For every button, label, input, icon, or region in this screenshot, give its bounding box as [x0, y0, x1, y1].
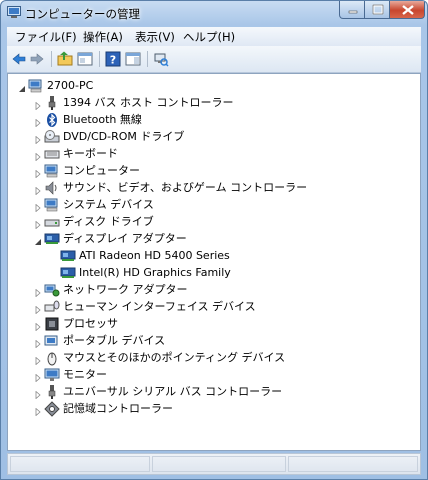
action-pane-icon[interactable]	[125, 51, 141, 67]
device-tree[interactable]: 2700-PC 1394 バス ホスト コントローラー Bluetooth 無線 DV…	[7, 73, 421, 451]
tree-item-label: ユニバーサル シリアル バス コントローラー	[63, 385, 283, 398]
toolbar-separator	[147, 51, 148, 67]
collapsed-arrow-icon[interactable]	[34, 370, 42, 383]
toolbar: ?	[7, 46, 421, 73]
keyboard-icon	[44, 146, 60, 162]
bluetooth-icon	[44, 112, 60, 128]
tree-item-label: ディスク ドライブ	[63, 215, 154, 228]
expanded-arrow-icon[interactable]	[18, 81, 26, 92]
tree-item-label: コンピューター	[63, 164, 140, 177]
status-segment	[288, 456, 418, 472]
collapsed-arrow-icon[interactable]	[34, 404, 42, 417]
collapsed-arrow-icon[interactable]	[34, 115, 42, 128]
tree-item-label: Intel(R) HD Graphics Family	[79, 266, 231, 279]
status-segment	[152, 456, 286, 472]
menu-file[interactable]: ファイル(F)	[15, 29, 77, 45]
menu-help[interactable]: ヘルプ(H)	[183, 29, 235, 45]
tree-item-label: ネットワーク アダプター	[63, 283, 188, 296]
storage-controller-icon	[44, 401, 60, 417]
usb-icon	[44, 384, 60, 400]
collapsed-arrow-icon[interactable]	[34, 302, 42, 315]
back-arrow-icon[interactable]	[11, 51, 27, 67]
display-adapter-icon	[60, 265, 76, 281]
tree-item-label: 2700-PC	[47, 79, 94, 92]
system-device-icon	[44, 197, 60, 213]
tree-item-label: モニター	[63, 368, 107, 381]
menu-bar: ファイル(F) 操作(A) 表示(V) ヘルプ(H)	[7, 27, 421, 46]
optical-drive-icon	[44, 129, 60, 145]
tree-item-label: 記憶域コントローラー	[63, 402, 173, 415]
status-segment	[10, 456, 150, 472]
status-bar	[7, 453, 421, 475]
toolbar-separator	[99, 51, 100, 67]
scan-hardware-icon[interactable]	[153, 51, 169, 67]
hid-icon	[44, 299, 60, 315]
window-title: コンピューターの管理	[25, 7, 140, 21]
close-button[interactable]	[389, 1, 425, 19]
toolbar-separator	[51, 51, 52, 67]
collapsed-arrow-icon[interactable]	[34, 285, 42, 298]
tree-item-label: Bluetooth 無線	[63, 113, 142, 126]
collapsed-arrow-icon[interactable]	[34, 149, 42, 162]
menu-view[interactable]: 表示(V)	[135, 29, 175, 45]
1394-connector-icon	[44, 95, 60, 111]
display-adapter-icon	[60, 248, 76, 264]
monitor-icon	[44, 367, 60, 383]
collapsed-arrow-icon[interactable]	[34, 217, 42, 230]
tree-item-label: ATI Radeon HD 5400 Series	[79, 249, 230, 262]
maximize-button[interactable]	[364, 1, 390, 19]
network-adapter-icon	[44, 282, 60, 298]
collapsed-arrow-icon[interactable]	[34, 353, 42, 366]
properties-panel-icon[interactable]	[77, 51, 93, 67]
up-folder-icon[interactable]	[57, 51, 73, 67]
computer-icon	[28, 78, 44, 94]
collapsed-arrow-icon[interactable]	[34, 166, 42, 179]
collapsed-arrow-icon[interactable]	[34, 98, 42, 111]
collapsed-arrow-icon[interactable]	[34, 319, 42, 332]
tree-item-label: プロセッサ	[63, 317, 118, 330]
speaker-icon	[44, 180, 60, 196]
svg-text:?: ?	[110, 54, 116, 67]
tree-item-label: システム デバイス	[63, 198, 154, 211]
tree-item-label: DVD/CD-ROM ドライブ	[63, 130, 185, 143]
tree-item-label: ポータブル デバイス	[63, 334, 166, 347]
disk-drive-icon	[44, 214, 60, 230]
portable-device-icon	[44, 333, 60, 349]
collapsed-arrow-icon[interactable]	[34, 200, 42, 213]
forward-arrow-icon[interactable]	[29, 51, 45, 67]
tree-item-label: 1394 バス ホスト コントローラー	[63, 96, 234, 109]
title-bar[interactable]: コンピューターの管理	[1, 1, 427, 25]
computer-management-icon	[7, 6, 21, 19]
tree-item-label: ヒューマン インターフェイス デバイス	[63, 300, 256, 313]
help-icon[interactable]: ?	[105, 51, 121, 67]
processor-icon	[44, 316, 60, 332]
menu-action[interactable]: 操作(A)	[83, 29, 123, 45]
tree-item-label: キーボード	[63, 147, 118, 160]
tree-item-label: マウスとそのほかのポインティング デバイス	[63, 351, 286, 364]
collapsed-arrow-icon[interactable]	[34, 387, 42, 400]
display-adapter-icon	[44, 231, 60, 247]
computer-icon	[44, 163, 60, 179]
collapsed-arrow-icon[interactable]	[34, 336, 42, 349]
expanded-arrow-icon[interactable]	[34, 234, 42, 245]
minimize-button[interactable]	[339, 1, 365, 19]
tree-item-label: ディスプレイ アダプター	[63, 232, 187, 245]
device-manager-window: コンピューターの管理 ファイル(F) 操作(A) 表示(V) ヘルプ(H) ? …	[0, 0, 428, 480]
mouse-icon	[44, 350, 60, 366]
collapsed-arrow-icon[interactable]	[34, 132, 42, 145]
tree-item-label: サウンド、ビデオ、およびゲーム コントローラー	[63, 181, 308, 194]
collapsed-arrow-icon[interactable]	[34, 183, 42, 196]
